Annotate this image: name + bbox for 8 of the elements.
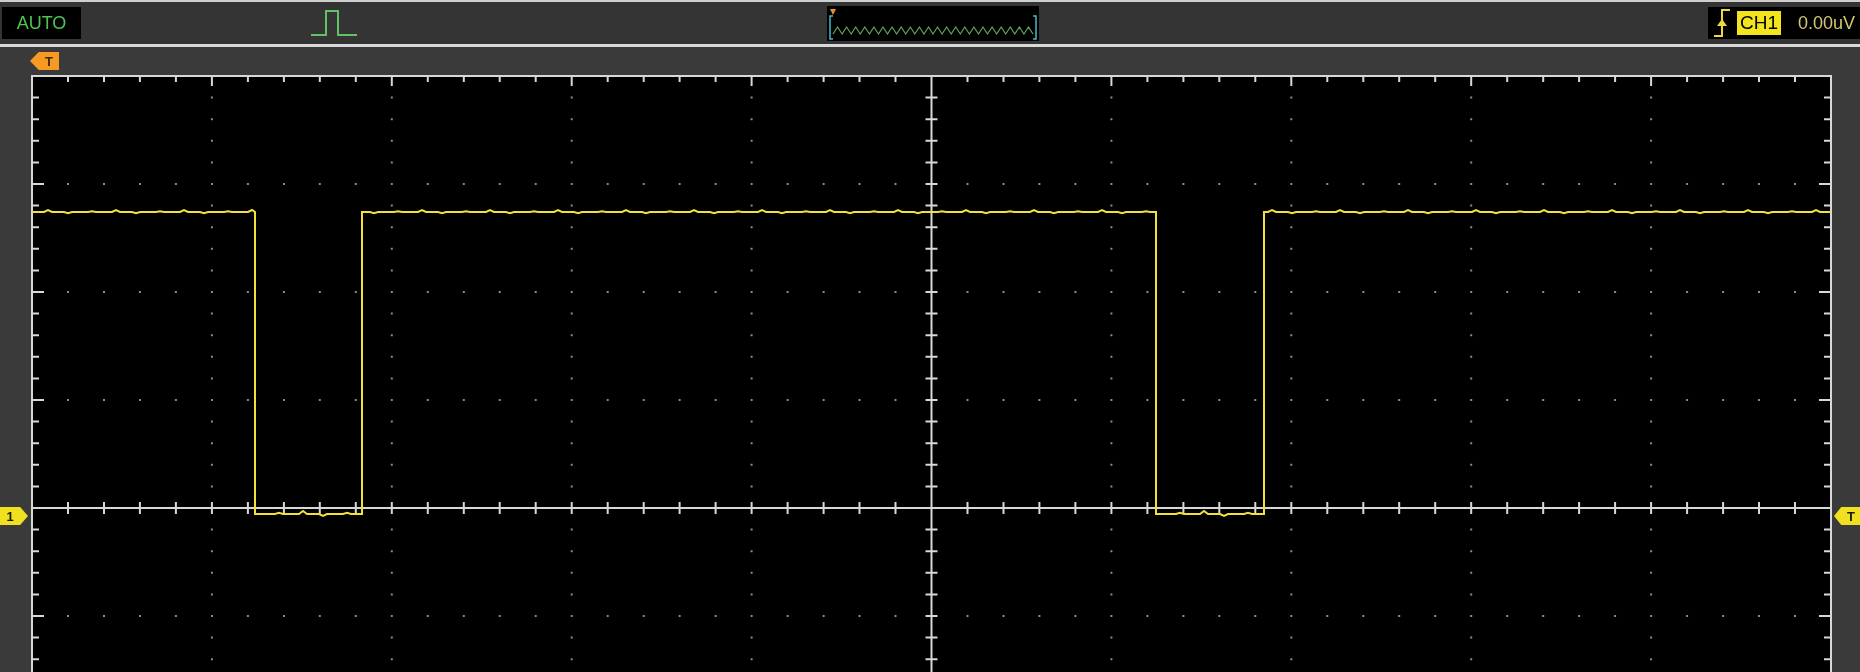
mode-indicator: AUTO bbox=[2, 7, 81, 39]
trigger-level-marker[interactable]: T bbox=[1834, 507, 1860, 525]
pulse-icon bbox=[311, 9, 357, 37]
rising-edge-icon bbox=[1714, 9, 1731, 37]
channel-offset-marker[interactable]: 1 bbox=[0, 507, 28, 525]
trigger-position-marker[interactable]: T bbox=[30, 52, 59, 70]
trigger-source-label: CH1 bbox=[1737, 11, 1781, 35]
trigger-level-value: 0.00uV bbox=[1798, 14, 1856, 32]
